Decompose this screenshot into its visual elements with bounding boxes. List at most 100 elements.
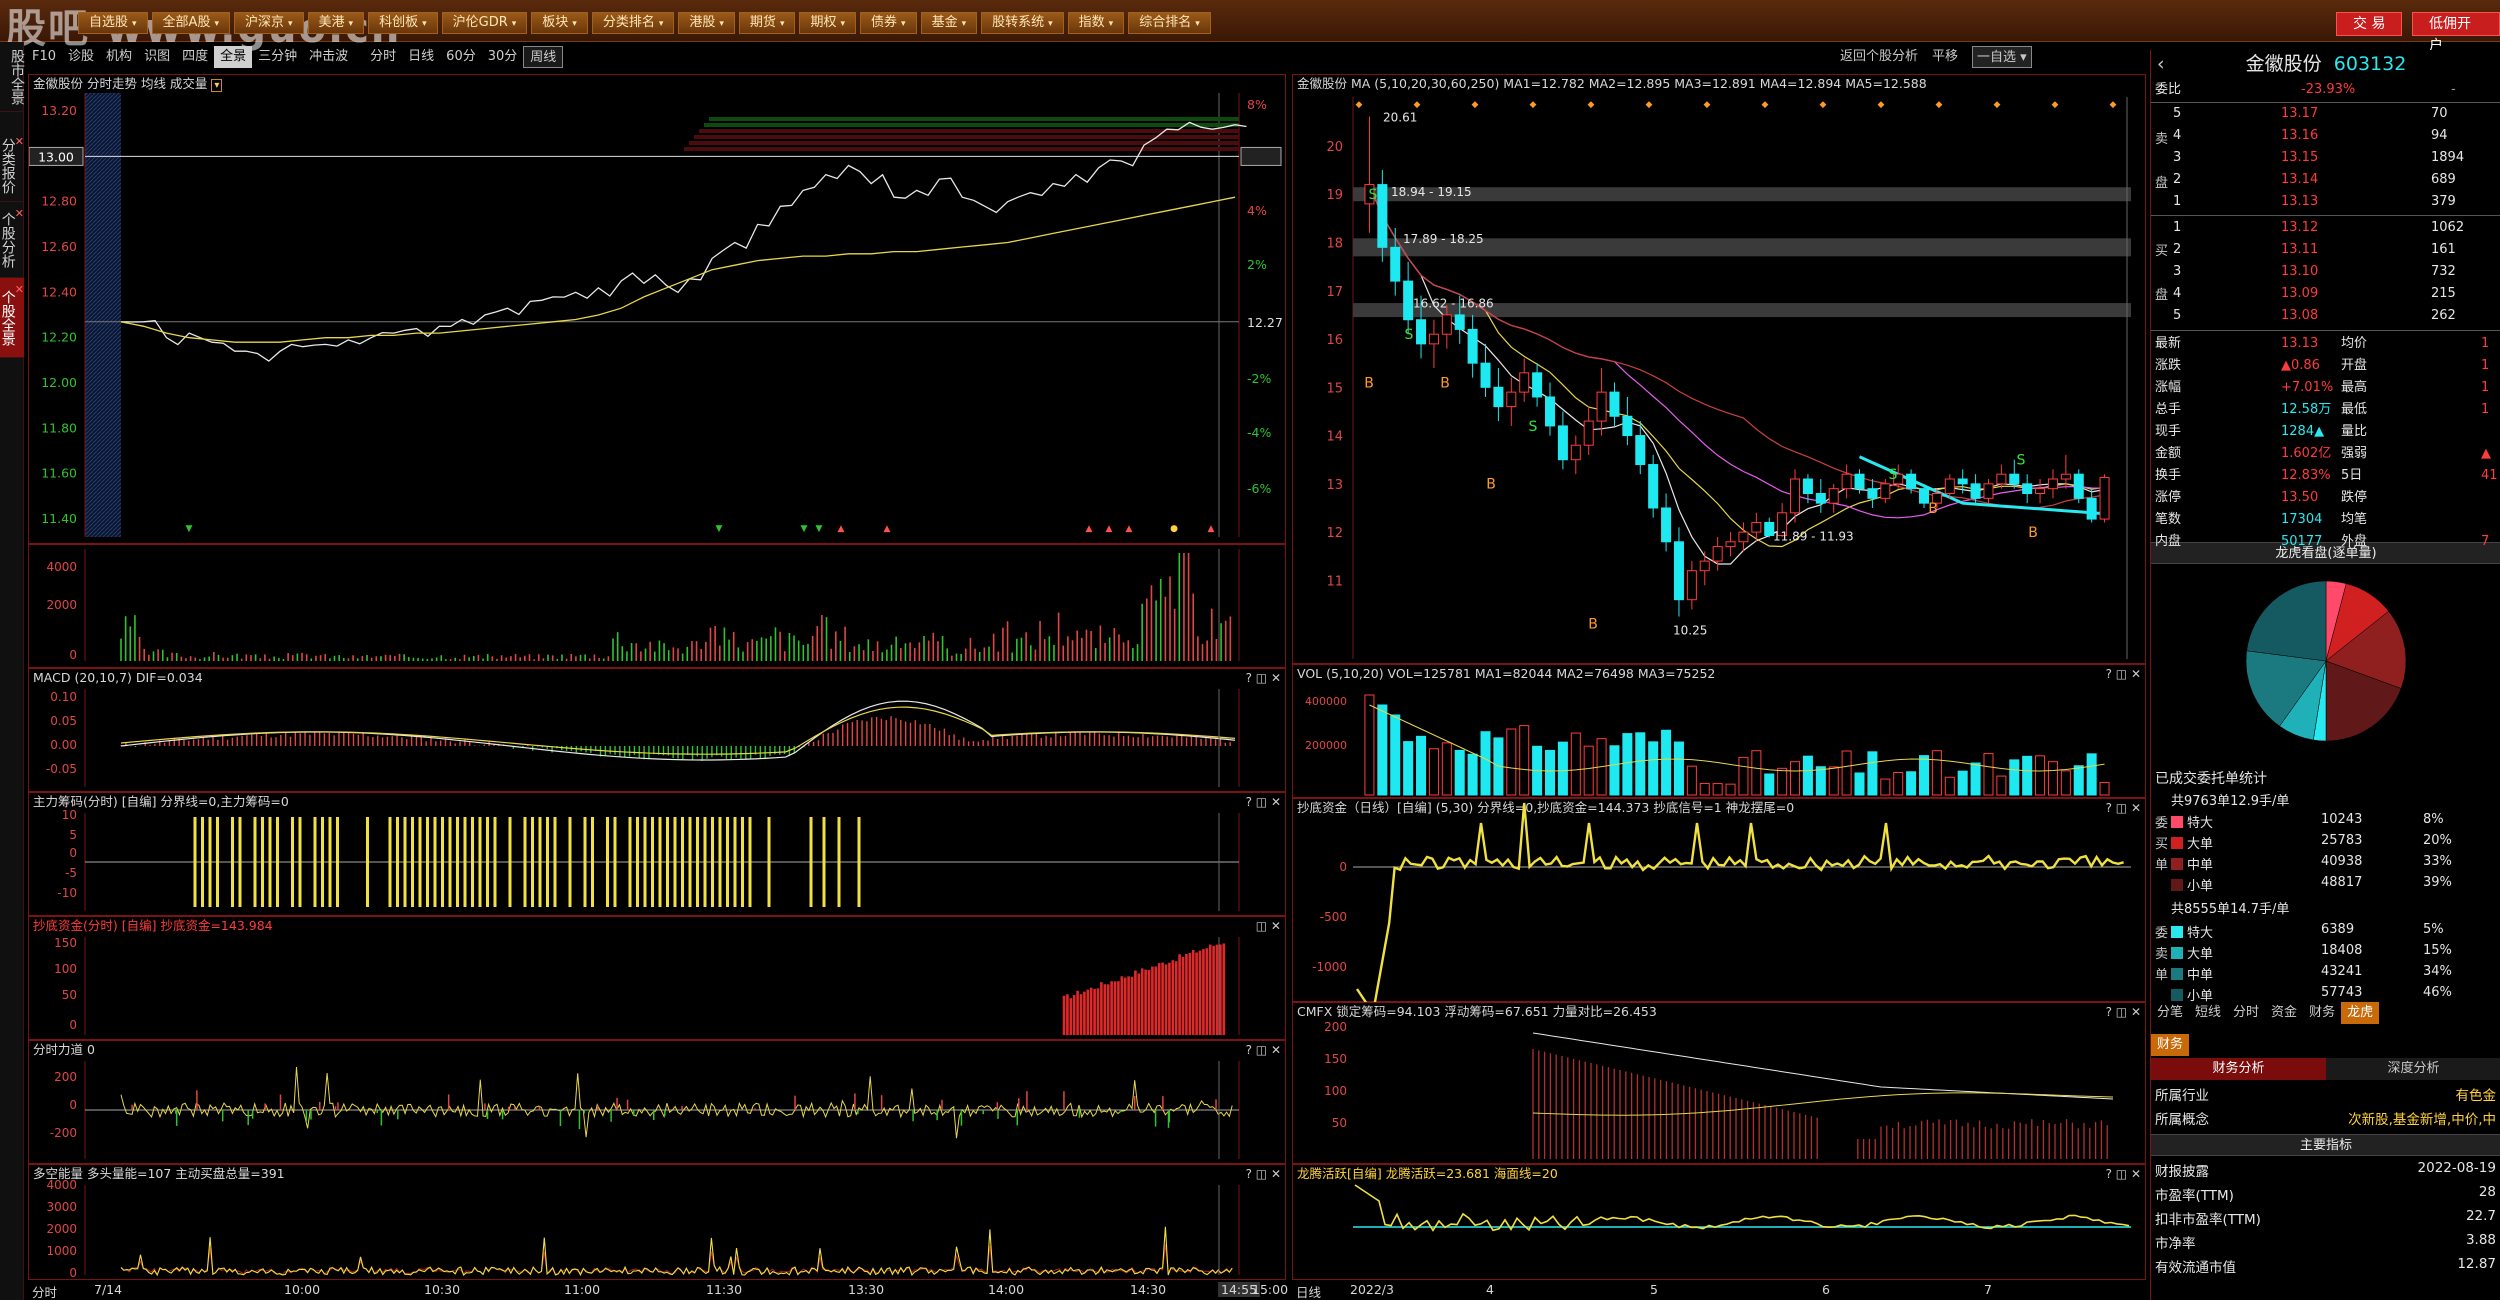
- date-axis-label: 5: [1650, 1282, 1658, 1297]
- cmfx-chart[interactable]: 200 150 100 50: [1293, 1003, 2147, 1165]
- tab-category-quotes[interactable]: ✕ 分类报价: [0, 130, 24, 202]
- quote-tab[interactable]: 龙虎: [2341, 1002, 2380, 1024]
- toolbar-button[interactable]: 沪伦GDR ▾: [441, 12, 528, 34]
- toolbar-button[interactable]: 股转系统 ▾: [981, 12, 1064, 34]
- finance-tab[interactable]: 财务: [2151, 1034, 2190, 1056]
- multi-energy-chart[interactable]: 4000 3000 2000 1000 0: [29, 1165, 1287, 1281]
- volume-tick-label: 400000: [1305, 695, 1347, 708]
- quote-tab[interactable]: 短线: [2189, 1002, 2227, 1024]
- toolbar-button[interactable]: 港股 ▾: [678, 12, 735, 34]
- subnav-item[interactable]: 冲击波: [303, 46, 354, 68]
- watchlist-select[interactable]: 一自选 ▾: [1972, 46, 2032, 68]
- open-account-button[interactable]: 低佣开户: [2412, 12, 2500, 54]
- volume-tick-label: 0: [69, 648, 77, 662]
- toolbar-button[interactable]: 期权 ▾: [799, 12, 857, 34]
- pct-tag-box: [1240, 146, 1282, 166]
- toolbar-button[interactable]: 债券 ▾: [860, 12, 917, 34]
- dragon-active-chart[interactable]: [1293, 1165, 2147, 1281]
- subnav-item[interactable]: 四度: [176, 46, 214, 68]
- force-line: [120, 1066, 1233, 1139]
- tab-stock-analysis[interactable]: ✕ 个股分析: [0, 202, 24, 278]
- force-chart[interactable]: 200 0 -200: [29, 1041, 1287, 1165]
- toolbar-button[interactable]: 基金 ▾: [920, 12, 978, 34]
- volume-bar: [1738, 756, 1749, 796]
- kline-chart[interactable]: 20 19 18 17 16 15 14 13 12 11 20.61 18.94 - 19.15 17…: [1293, 75, 2147, 665]
- trust-cell: 5%: [2423, 922, 2444, 937]
- intraday-chart[interactable]: 13.20 13.00 12.80 12.60 12.40 12.20 12.00 11.80…: [29, 75, 1287, 545]
- cell: 689: [2431, 172, 2456, 187]
- chevron-down-icon: ▾: [719, 19, 724, 29]
- trade-button[interactable]: 交 易: [2336, 12, 2403, 36]
- pan-label: 盘: [2155, 176, 2169, 191]
- bottom-fund-daily-chart[interactable]: 0 -500 -1000: [1293, 799, 2147, 1003]
- dragon-line: [1354, 1184, 2130, 1232]
- main-force-chart[interactable]: 10 5 0 -5 -10: [29, 793, 1287, 917]
- quote-row: 涨跌 ▲0.86 开盘 1: [2151, 356, 2500, 376]
- subnav-item[interactable]: F10: [26, 46, 62, 68]
- subnav-item[interactable]: 识图: [138, 46, 176, 68]
- tab-stock-panorama[interactable]: ✕ 个股全景: [0, 278, 24, 358]
- side-label: 委: [2155, 926, 2169, 941]
- kline-volume-chart[interactable]: 400000 200000: [1293, 665, 2147, 799]
- finance-metric: 财报披露: [2155, 1164, 2209, 1180]
- subnav-item[interactable]: 诊股: [62, 46, 100, 68]
- quote-tab[interactable]: 财务: [2303, 1002, 2341, 1024]
- price-tick-label: 11.80: [41, 420, 77, 435]
- toolbar-button[interactable]: 沪深京 ▾: [233, 12, 304, 34]
- quote-row: 换手 12.83% 5日 41: [2151, 466, 2500, 486]
- candle-body: [1867, 488, 1878, 499]
- subnav-item[interactable]: 分时: [364, 46, 402, 68]
- toolbar-button[interactable]: 综合排名 ▾: [1128, 12, 1211, 34]
- quote-tab[interactable]: 分时: [2227, 1002, 2265, 1024]
- volume-bar: [1454, 749, 1465, 796]
- cell: 3: [2173, 150, 2182, 165]
- close-icon[interactable]: ✕: [15, 206, 24, 221]
- price-tick-label: 12.40: [41, 284, 77, 299]
- chevron-left-icon[interactable]: ‹: [2157, 50, 2165, 78]
- candle-body: [1815, 493, 1826, 504]
- toolbar-button[interactable]: 分类排名 ▾: [591, 12, 675, 34]
- subnav-item[interactable]: 周线: [523, 46, 564, 68]
- tick-label: 200: [54, 1070, 77, 1084]
- cell: 13.13: [2281, 194, 2319, 209]
- subnav-item[interactable]: 30分: [482, 46, 524, 68]
- subnav-item[interactable]: 全景: [214, 46, 253, 68]
- subnav-item[interactable]: 三分钟: [252, 46, 303, 68]
- candle-body: [1493, 386, 1504, 408]
- toolbar-button[interactable]: 自选股 ▾: [78, 12, 148, 34]
- dragon-pie-chart[interactable]: [2151, 566, 2500, 746]
- trust-cell: 25783: [2321, 833, 2363, 848]
- quote-tab[interactable]: 分笔: [2151, 1002, 2189, 1024]
- swatch: [2171, 926, 2183, 938]
- volume-bar: [1686, 765, 1697, 796]
- tick-label: 2000: [46, 1222, 77, 1236]
- top-marker: ◆: [1994, 100, 2001, 110]
- macd-chart[interactable]: 0.10 0.05 0.00 -0.05: [29, 669, 1287, 793]
- toolbar-button[interactable]: 期货 ▾: [738, 12, 796, 34]
- pan-mode-button[interactable]: 平移: [1932, 46, 1958, 68]
- subnav-item[interactable]: 机构: [100, 46, 138, 68]
- top-marker: ◆: [2052, 100, 2059, 110]
- toolbar-button[interactable]: 板块 ▾: [531, 12, 588, 34]
- pct-tick-label: 12.27: [1247, 315, 1283, 330]
- multi-energy-panel: 多空能量 多头量能=107 主动买盘总量=391 ? ◫ ✕ 4000 3000 2…: [28, 1164, 1286, 1280]
- buy-summary: 共9763单12.9手/单: [2171, 794, 2290, 809]
- back-to-analysis-link[interactable]: 返回个股分析: [1840, 46, 1918, 68]
- close-icon[interactable]: ✕: [15, 282, 24, 297]
- close-icon[interactable]: ✕: [15, 134, 24, 149]
- deep-analysis-tab[interactable]: 深度分析: [2326, 1058, 2500, 1080]
- toolbar-button[interactable]: 美港 ▾: [307, 12, 365, 34]
- tab-market-overview[interactable]: 股市全景: [0, 42, 25, 112]
- candle-body: [1906, 473, 1917, 490]
- toolbar-button[interactable]: 指数 ▾: [1067, 12, 1125, 34]
- intraday-volume-chart[interactable]: 4000 2000 0: [29, 545, 1287, 669]
- finance-analysis-tab[interactable]: 财务分析: [2151, 1058, 2326, 1080]
- bottom-fund-chart[interactable]: 150 100 50 0: [29, 917, 1287, 1041]
- side-label: 单: [2155, 968, 2169, 983]
- candle-body: [1970, 483, 1981, 499]
- toolbar-button[interactable]: 全部A股 ▾: [151, 12, 230, 34]
- subnav-item[interactable]: 60分: [440, 46, 482, 68]
- quote-tab[interactable]: 资金: [2265, 1002, 2303, 1024]
- toolbar-button[interactable]: 科创板 ▾: [368, 12, 438, 34]
- subnav-item[interactable]: 日线: [402, 46, 440, 68]
